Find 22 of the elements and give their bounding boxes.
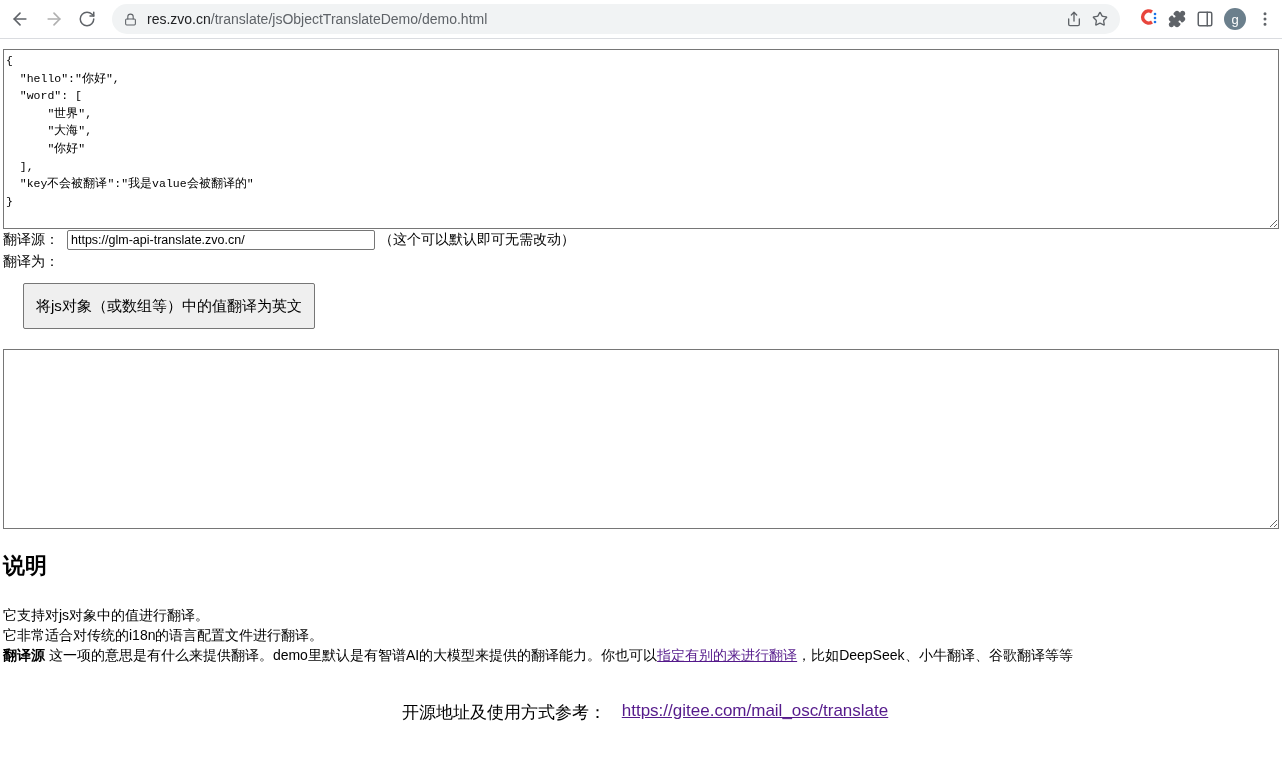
source-url-field[interactable]: https://glm-api-translate.zvo.cn/ <box>67 230 375 250</box>
translate-button[interactable]: 将js对象（或数组等）中的值翻译为英文 <box>23 283 315 329</box>
reload-icon[interactable] <box>78 10 96 28</box>
source-label: 翻译源： <box>3 231 59 249</box>
bookmark-star-icon[interactable] <box>1092 11 1108 27</box>
description-text: 它非常适合对传统的i18n的语言配置文件进行翻译。 <box>3 626 325 645</box>
extensions-icon[interactable] <box>1168 10 1186 28</box>
side-panel-icon[interactable] <box>1196 10 1214 28</box>
source-editor[interactable]: { "hello":"你好", "word": [ "世界", "大海", "你好" ], "key不会被翻译":"我是value会被翻译的" } <box>3 49 1279 229</box>
repository-link[interactable]: https://gitee.com/mail_osc/translate <box>621 701 889 724</box>
address-bar[interactable]: res.zvo.cn/translate/jsObjectTranslateDemo/demo.html <box>112 4 1120 34</box>
profile-avatar[interactable]: g <box>1224 8 1246 30</box>
footer-label: 开源地址及使用方式参考： <box>401 702 606 724</box>
url-text: res.zvo.cn/translate/jsObjectTranslateDemo/demo.html <box>147 11 489 27</box>
target-label: 翻译为： <box>3 253 59 271</box>
source-note: （这个可以默认即可无需改动） <box>379 231 575 249</box>
share-icon[interactable] <box>1066 11 1082 27</box>
lock-icon <box>124 12 137 26</box>
description-text: 翻译源 这一项的意思是有什么来提供翻译。demo里默认是有智谱AI的大模型来提供的翻译能力。你也可以指定有别的来进行翻译，比如DeepSeek、小牛翻译、谷歌翻译等等 <box>3 646 1074 665</box>
description-text: 它支持对js对象中的值进行翻译。 <box>3 606 211 625</box>
section-title: 说明 <box>3 552 48 580</box>
custom-source-link[interactable]: 指定有别的来进行翻译 <box>657 647 798 663</box>
